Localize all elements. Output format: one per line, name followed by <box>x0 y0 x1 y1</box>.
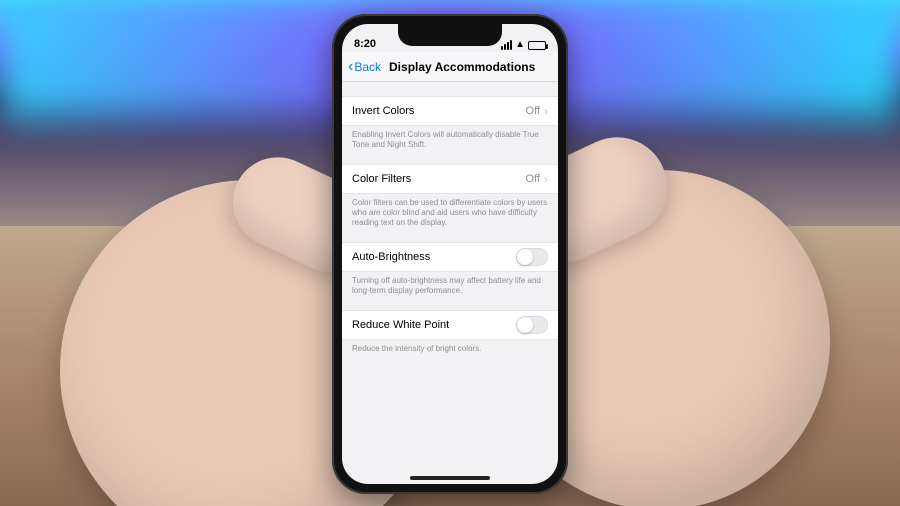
row-invert-colors[interactable]: Invert Colors Off › <box>342 96 558 126</box>
home-indicator[interactable] <box>410 476 490 480</box>
row-label: Auto-Brightness <box>352 251 430 263</box>
wifi-icon: ▲ <box>515 40 525 50</box>
row-footer: Enabling Invert Colors will automaticall… <box>342 126 558 150</box>
nav-bar: ‹ Back Display Accommodations <box>342 52 558 82</box>
row-label: Reduce White Point <box>352 319 449 331</box>
clock: 8:20 <box>354 38 376 50</box>
row-footer: Turning off auto-brightness may affect b… <box>342 272 558 296</box>
row-color-filters[interactable]: Color Filters Off › <box>342 164 558 194</box>
row-value: Off <box>526 173 540 185</box>
chevron-right-icon: › <box>544 172 548 186</box>
row-value: Off <box>526 105 540 117</box>
reduce-white-point-toggle[interactable] <box>516 316 548 334</box>
row-footer: Reduce the intensity of bright colors. <box>342 340 558 354</box>
page-title: Display Accommodations <box>383 60 552 74</box>
row-auto-brightness: Auto-Brightness <box>342 242 558 272</box>
iphone-frame: 8:20 ▲ ‹ Back Display Accommodations Inv… <box>332 14 568 494</box>
back-label: Back <box>354 60 381 74</box>
chevron-left-icon: ‹ <box>348 59 353 75</box>
row-label: Color Filters <box>352 173 411 185</box>
row-label: Invert Colors <box>352 105 414 117</box>
auto-brightness-toggle[interactable] <box>516 248 548 266</box>
row-footer: Color filters can be used to differentia… <box>342 194 558 228</box>
settings-list[interactable]: Invert Colors Off › Enabling Invert Colo… <box>342 82 558 354</box>
cellular-icon <box>501 40 512 50</box>
chevron-right-icon: › <box>544 104 548 118</box>
screen: 8:20 ▲ ‹ Back Display Accommodations Inv… <box>342 24 558 484</box>
row-reduce-white-point: Reduce White Point <box>342 310 558 340</box>
back-button[interactable]: ‹ Back <box>348 59 381 75</box>
notch <box>398 24 502 46</box>
battery-icon <box>528 41 546 50</box>
